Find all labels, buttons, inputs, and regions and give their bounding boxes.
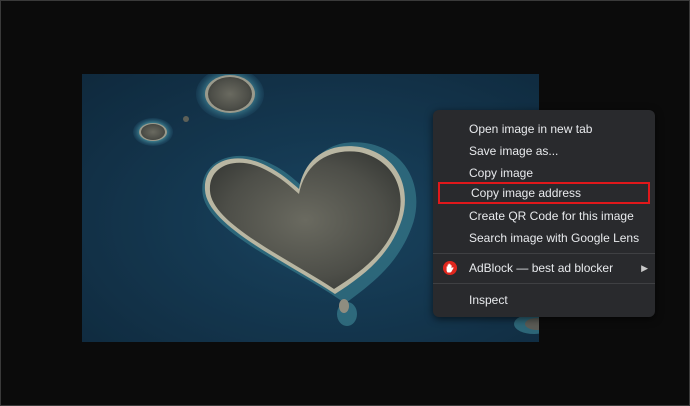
menu-item-inspect[interactable]: Inspect	[433, 289, 655, 311]
menu-item-copy-image[interactable]: Copy image	[433, 162, 655, 184]
menu-item-create-qr-code[interactable]: Create QR Code for this image	[433, 205, 655, 227]
adblock-label: AdBlock — best ad blocker	[469, 261, 614, 275]
menu-item-search-google-lens[interactable]: Search image with Google Lens	[433, 227, 655, 249]
submenu-arrow-icon: ▶	[641, 263, 648, 273]
menu-item-copy-image-address[interactable]: Copy image address	[438, 182, 650, 204]
menu-item-open-image-new-tab[interactable]: Open image in new tab	[433, 118, 655, 140]
context-menu: Open image in new tab Save image as... C…	[433, 110, 655, 317]
menu-separator	[433, 283, 655, 284]
adblock-hand-icon	[443, 261, 457, 275]
menu-item-adblock[interactable]: AdBlock — best ad blocker ▶	[433, 257, 655, 279]
menu-item-save-image-as[interactable]: Save image as...	[433, 140, 655, 162]
menu-separator	[433, 253, 655, 254]
